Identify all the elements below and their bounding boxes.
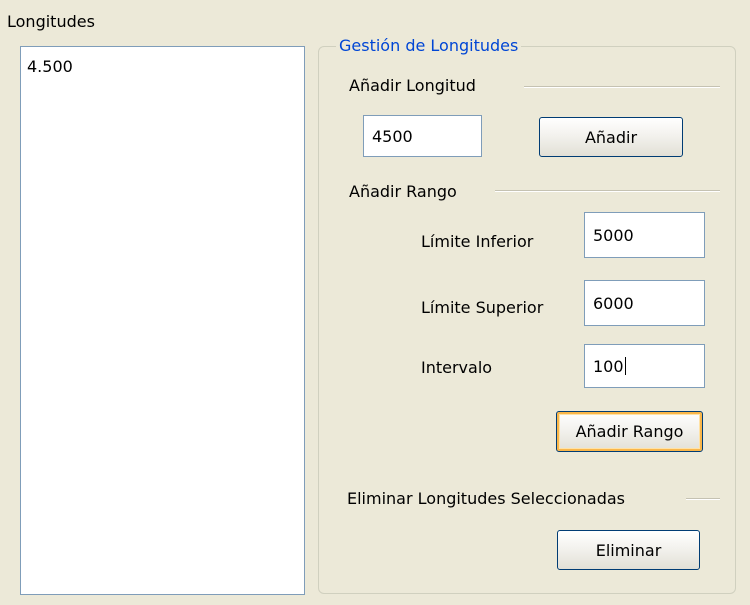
add-range-button[interactable]: Añadir Rango (556, 411, 703, 452)
length-input[interactable] (363, 115, 482, 157)
add-button[interactable]: Añadir (539, 117, 683, 157)
delete-selected-label: Eliminar Longitudes Seleccionadas (347, 489, 625, 508)
upper-limit-input[interactable] (584, 280, 705, 326)
lower-limit-label: Límite Inferior (421, 232, 534, 251)
add-range-separator (495, 190, 720, 192)
delete-button[interactable]: Eliminar (557, 530, 700, 570)
group-title: Gestión de Longitudes (336, 36, 522, 55)
interval-input-value: 100 (593, 356, 624, 376)
interval-input[interactable]: 100 (584, 344, 705, 388)
list-item[interactable]: 4.500 (21, 47, 304, 76)
delete-separator (686, 498, 720, 500)
longitudes-list-label: Longitudes (7, 12, 95, 31)
lower-limit-input[interactable] (584, 212, 705, 258)
upper-limit-label: Límite Superior (421, 298, 544, 317)
text-caret (624, 357, 626, 375)
longitudes-listbox[interactable]: 4.500 (20, 46, 305, 595)
interval-label: Intervalo (421, 358, 493, 377)
add-length-label: Añadir Longitud (349, 76, 476, 95)
add-length-separator (524, 86, 720, 88)
add-range-label: Añadir Rango (349, 182, 457, 201)
